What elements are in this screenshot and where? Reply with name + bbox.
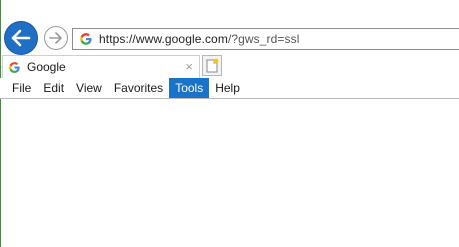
back-button[interactable] (4, 21, 38, 55)
forward-arrow-icon (49, 32, 62, 44)
tab-close-button[interactable]: × (185, 60, 193, 74)
menu-help[interactable]: Help (209, 78, 246, 98)
menu-view[interactable]: View (70, 78, 108, 98)
url-path: /?gws_rd=ssl (227, 32, 300, 46)
menu-favorites[interactable]: Favorites (108, 78, 169, 98)
menu-bar: File Edit View Favorites Tools Help (0, 78, 459, 99)
google-g-icon (9, 61, 20, 73)
menu-tools[interactable]: Tools (169, 78, 210, 98)
tab-title: Google (27, 60, 66, 74)
new-tab-icon (206, 58, 219, 73)
tab-google[interactable]: Google × (2, 55, 200, 78)
forward-button[interactable] (44, 26, 68, 50)
url-host: https://www.google.com (99, 32, 228, 46)
tab-strip: Google × (0, 54, 459, 78)
back-arrow-icon (11, 29, 31, 47)
new-tab-button[interactable] (202, 55, 222, 76)
address-bar[interactable]: https://www.google.com/?gws_rd=ssl (72, 28, 459, 50)
menu-file[interactable]: File (7, 78, 37, 98)
address-url[interactable]: https://www.google.com/?gws_rd=ssl (99, 32, 300, 46)
menu-edit[interactable]: Edit (37, 78, 70, 98)
google-g-icon (80, 33, 92, 45)
browser-window: https://www.google.com/?gws_rd=ssl Googl… (0, 0, 459, 247)
window-edge (0, 0, 1, 247)
